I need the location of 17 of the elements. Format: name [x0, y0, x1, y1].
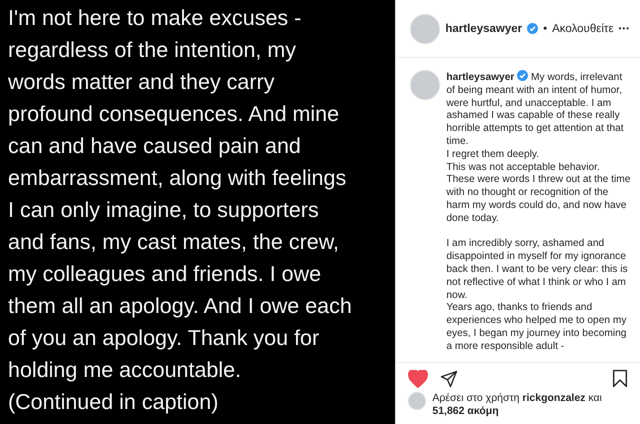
caption-text: These were words I threw out at the time with no thought or recognition of the harm my words could do, and now have done today.: [446, 174, 632, 226]
post-text: I'm not here to make excuses - regardless of the intention, my words matter and they carry profound consequences. And mine can and have caused pain and embarrassment, along with feelings I can only imagine, to supporters and fans, my cast mates, the crew, my colleagues and friends. I owe them all an apology. And I owe each of you an apology. Thank you for holding me accountable. (Continued in caption): [8, 5, 353, 416]
likes-text: Αρέσει στο χρήστη rickgonzalez και 51,862 ακόμη: [432, 392, 602, 418]
bookmark-icon[interactable]: [612, 369, 628, 388]
caption-text: I regret them deeply.: [446, 148, 540, 162]
heart-icon[interactable]: [408, 370, 428, 388]
caption-text: This was not acceptable behavior.: [446, 162, 601, 174]
username-link[interactable]: rickgonzalez: [522, 392, 586, 404]
caption-text: I am incredibly sorry, ashamed and disappointed in myself for my ignorance back then. I want to be very clear: this is not reflective of what I think or who I am now.: [446, 238, 629, 302]
username-link[interactable]: hartleysawyer: [446, 72, 514, 83]
caption-text: Years ago, thanks to friends and experiences who helped me to open my eyes, I began my journey into becoming a more responsible adult -: [446, 302, 628, 354]
following-link[interactable]: Ακολουθείτε: [552, 22, 614, 34]
more-options-button[interactable]: •••: [618, 24, 630, 33]
username-link[interactable]: hartleysawyer: [445, 22, 522, 34]
separator-dot: •: [543, 22, 548, 34]
send-icon[interactable]: [440, 370, 458, 388]
caption-text: hartleysawyer My words, irrelevant of being meant with an intent of humor, were hurtful, and unacceptable. I am ashamed I was capable of these really horrible attempts to get attention at that time.: [446, 70, 625, 149]
